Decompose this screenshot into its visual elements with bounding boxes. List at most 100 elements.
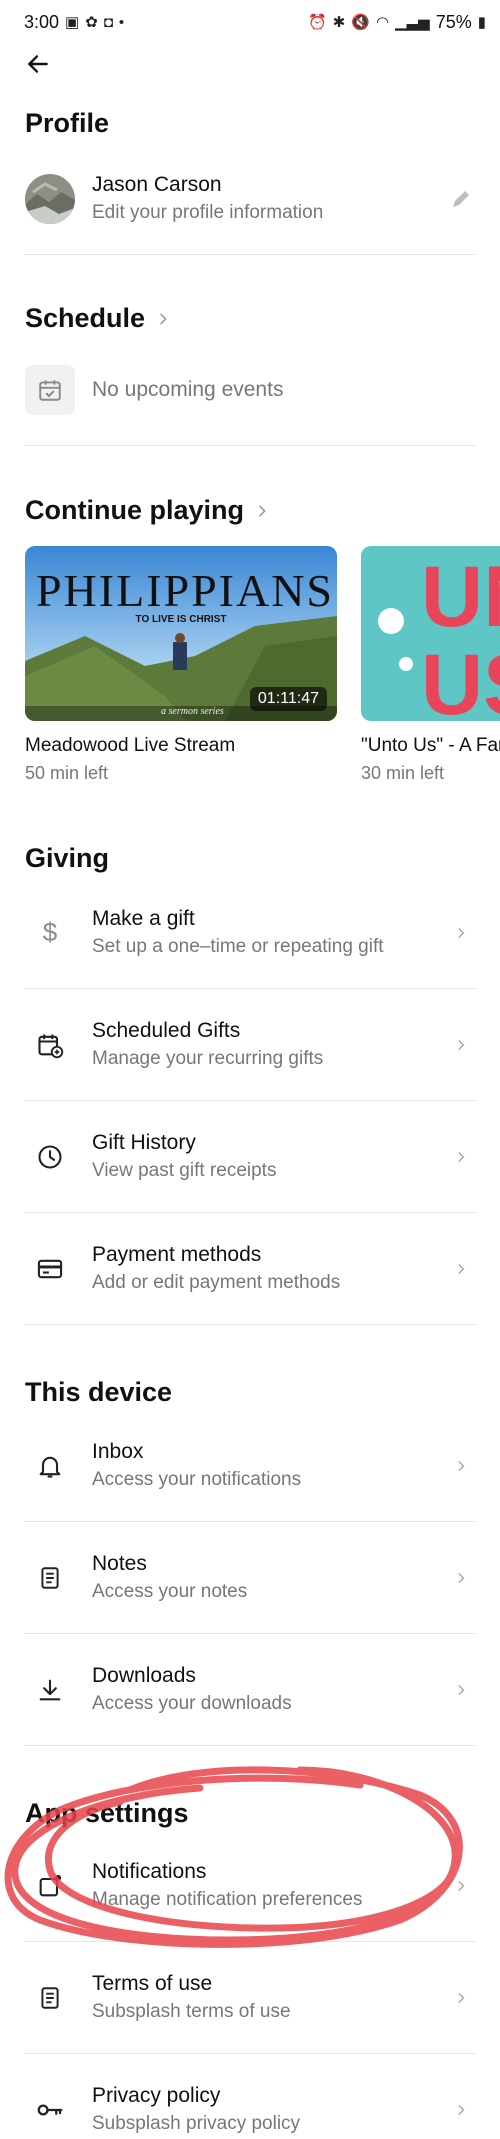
thumb-title: PHILIPPIANS: [36, 565, 334, 616]
item-label: Inbox: [92, 1439, 144, 1463]
device-item-downloads[interactable]: Downloads Access your downloads: [25, 1634, 476, 1746]
giving-item-gift-history[interactable]: Gift History View past gift receipts: [25, 1101, 476, 1213]
edit-profile-button[interactable]: [446, 187, 476, 211]
notes-icon: [25, 1553, 75, 1603]
giving-item-scheduled-gifts[interactable]: Scheduled Gifts Manage your recurring gi…: [25, 989, 476, 1101]
item-texts: Downloads Access your downloads: [92, 1662, 446, 1718]
item-label: Gift History: [92, 1130, 196, 1154]
schedule-header[interactable]: Schedule: [25, 303, 171, 334]
unto-us-artwork: UN US: [361, 546, 500, 721]
chevron-right-icon: [446, 1038, 476, 1052]
item-label: Notifications: [92, 1859, 207, 1883]
media-card-unto-us[interactable]: UN US "Unto Us" - A Far 30 min left: [361, 546, 500, 784]
chevron-right-icon: [446, 1262, 476, 1276]
item-sub: Access your notifications: [92, 1468, 302, 1490]
avatar-image: [25, 173, 75, 224]
media-remaining: 50 min left: [25, 763, 109, 783]
chat-icon: ◘: [103, 13, 113, 31]
credit-card-icon: [25, 1244, 75, 1294]
media-title: "Unto Us" - A Far: [361, 735, 500, 756]
dollar-icon: $: [42, 917, 58, 947]
item-texts: Notes Access your notes: [92, 1550, 446, 1606]
item-label: Terms of use: [92, 1971, 213, 1995]
item-texts: Payment methods Add or edit payment meth…: [92, 1241, 446, 1297]
media-remaining: 30 min left: [361, 763, 445, 783]
media-thumbnail: UN US: [361, 546, 500, 721]
item-texts: Scheduled Gifts Manage your recurring gi…: [92, 1017, 446, 1073]
chevron-right-icon: [446, 1879, 476, 1893]
pencil-icon: [453, 190, 469, 207]
item-sub: Subsplash terms of use: [92, 2000, 291, 2022]
item-sub: Access your notes: [92, 1580, 248, 1602]
giving-item-make-a-gift[interactable]: $ Make a gift Set up a one–time or repea…: [25, 877, 476, 989]
document-icon: [25, 1973, 75, 2023]
media-thumbnail: a sermon series PHILIPPIANS TO LIVE IS C…: [25, 546, 337, 721]
chevron-right-icon: [446, 926, 476, 940]
bell-icon: [25, 1441, 75, 1491]
status-right: ⏰ ✱ 🔇 ◠ ▁▃▅ 75% ▮: [308, 12, 486, 33]
schedule-empty-text: No upcoming events: [92, 377, 284, 401]
item-label: Notes: [92, 1551, 147, 1575]
device-item-notes[interactable]: Notes Access your notes: [25, 1522, 476, 1634]
profile-subtitle: Edit your profile information: [92, 201, 324, 223]
arrow-left-icon: [28, 55, 48, 73]
profile-row[interactable]: Jason Carson Edit your profile informati…: [25, 143, 476, 255]
status-left: 3:00 ▣ ✿ ◘ •: [24, 12, 124, 33]
chevron-right-icon: [259, 505, 266, 516]
item-texts: Make a gift Set up a one–time or repeati…: [92, 905, 446, 961]
gallery-icon: ▣: [65, 14, 80, 31]
clock-icon: [25, 1132, 75, 1182]
schedule-icon-wrap: [25, 364, 75, 415]
device-item-inbox[interactable]: Inbox Access your notifications: [25, 1410, 476, 1522]
schedule-texts: No upcoming events: [92, 376, 476, 404]
this-device-title: This device: [25, 1377, 172, 1408]
schedule-empty-row: No upcoming events: [25, 334, 476, 446]
chevron-right-icon: [446, 1683, 476, 1697]
giving-item-payment-methods[interactable]: Payment methods Add or edit payment meth…: [25, 1213, 476, 1325]
item-texts: Inbox Access your notifications: [92, 1438, 446, 1494]
item-sub: Manage your recurring gifts: [92, 1047, 324, 1069]
settings-item-notifications[interactable]: Notifications Manage notification prefer…: [25, 1830, 476, 1942]
item-texts: Notifications Manage notification prefer…: [92, 1858, 446, 1914]
item-texts: Gift History View past gift receipts: [92, 1129, 446, 1185]
avatar-wrap: [25, 173, 75, 224]
item-sub: Set up a one–time or repeating gift: [92, 935, 384, 957]
status-bar: 3:00 ▣ ✿ ◘ • ⏰ ✱ 🔇 ◠ ▁▃▅ 75% ▮: [0, 0, 500, 44]
chevron-right-icon: [446, 1150, 476, 1164]
item-sub: View past gift receipts: [92, 1159, 277, 1181]
key-icon: [25, 2085, 75, 2135]
profile-name: Jason Carson: [92, 172, 222, 196]
item-sub: Add or edit payment methods: [92, 1271, 341, 1293]
download-icon: [25, 1665, 75, 1715]
dot-icon: •: [118, 13, 125, 31]
continue-playing-title: Continue playing: [25, 495, 244, 525]
item-sub: Manage notification preferences: [92, 1888, 363, 1910]
chevron-right-icon: [446, 1459, 476, 1473]
settings-notif-icon: ✿: [85, 14, 98, 31]
avatar: [25, 173, 75, 224]
settings-item-terms[interactable]: Terms of use Subsplash terms of use: [25, 1942, 476, 2054]
settings-item-privacy[interactable]: Privacy policy Subsplash privacy policy: [25, 2054, 476, 2139]
giving-title-text: Giving: [25, 843, 110, 873]
continue-playing-header[interactable]: Continue playing: [25, 495, 270, 526]
item-texts: Privacy policy Subsplash privacy policy: [92, 2082, 446, 2138]
app-settings-title-text: App settings: [25, 1798, 189, 1828]
chevron-right-icon: [160, 313, 167, 324]
duration-badge: 01:11:47: [249, 687, 327, 711]
thumb-caption: a sermon series: [161, 706, 224, 717]
app-settings-title: App settings: [25, 1798, 189, 1829]
calendar-check-icon: [25, 364, 75, 415]
profile-title-text: Profile: [25, 108, 110, 138]
media-card-philippians[interactable]: a sermon series PHILIPPIANS TO LIVE IS C…: [25, 546, 337, 784]
profile-title: Profile: [25, 108, 109, 139]
item-sub: Subsplash privacy policy: [92, 2113, 301, 2134]
alarm-icon: ⏰: [308, 14, 327, 31]
notification-icon: [25, 1861, 75, 1911]
media-title: Meadowood Live Stream: [25, 735, 236, 756]
item-label: Make a gift: [92, 906, 195, 930]
item-label: Downloads: [92, 1663, 196, 1687]
thumb-text-1: UN: [421, 549, 500, 645]
mute-icon: 🔇: [351, 14, 370, 31]
back-button[interactable]: [20, 46, 56, 82]
item-sub: Access your downloads: [92, 1692, 292, 1714]
